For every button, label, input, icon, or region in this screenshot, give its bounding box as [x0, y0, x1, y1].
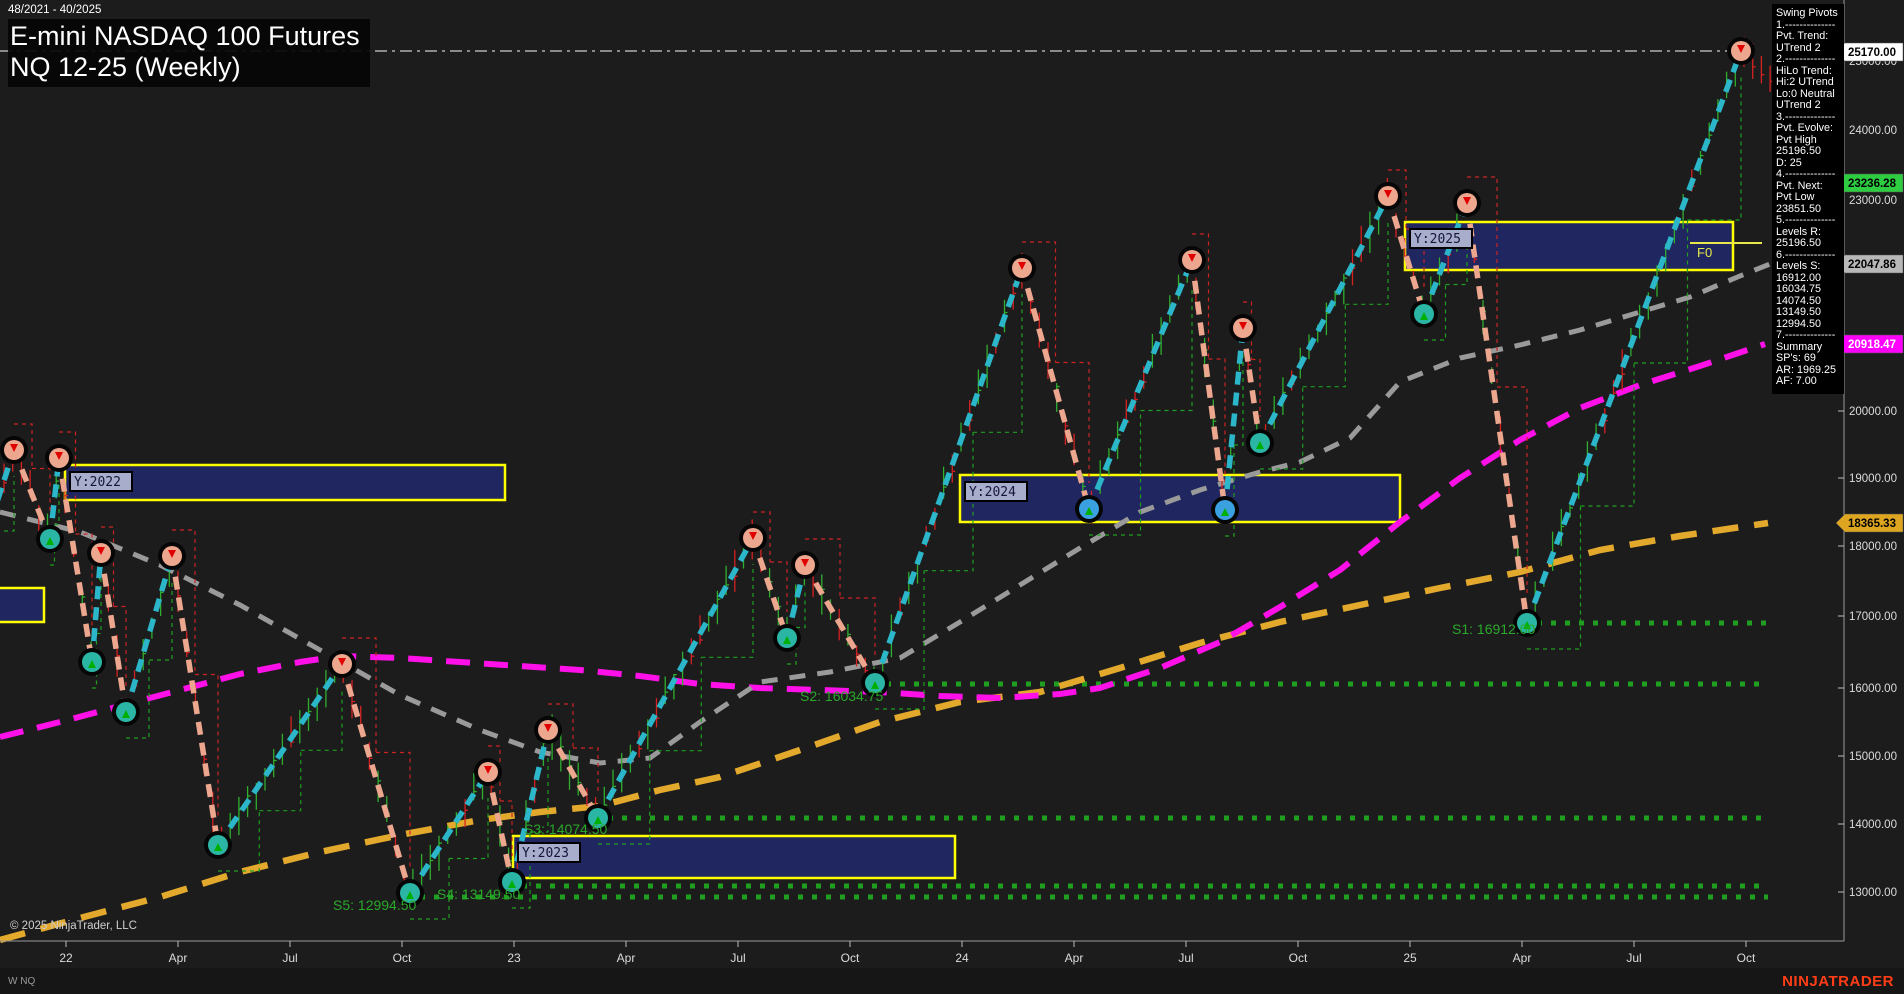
panel-line: 16034.75: [1776, 283, 1822, 295]
price-axis-label[interactable]: 24000.00: [1849, 125, 1897, 137]
price-axis-label[interactable]: 18000.00: [1849, 541, 1897, 553]
copyright-label: © 2025 NinjaTrader, LLC: [10, 920, 137, 932]
swing-leg-up: [0, 449, 17, 502]
swing-leg-up: [1257, 194, 1391, 445]
swing-leg-up: [89, 552, 104, 663]
contract-series: NQ 12-25 (Weekly): [10, 52, 241, 82]
panel-line: AF: 7.00: [1776, 375, 1817, 387]
tab-w-nq[interactable]: W NQ: [0, 976, 35, 987]
time-axis-label[interactable]: 23: [507, 951, 521, 965]
support-level-label: S3: 14074.50: [524, 821, 608, 837]
panel-line: 7.--------------: [1776, 329, 1836, 341]
price-axis-label[interactable]: 14000.00: [1849, 819, 1897, 831]
price-axis-label[interactable]: 16000.00: [1849, 683, 1897, 695]
trail-steps: [1260, 222, 1389, 470]
price-axis-label[interactable]: 19000.00: [1849, 473, 1897, 485]
price-marker-value: 18365.33: [1848, 518, 1896, 530]
time-axis-label[interactable]: Oct: [393, 951, 412, 965]
panel-line: 4.--------------: [1776, 168, 1836, 180]
support-level-label: S2: 16034.75: [800, 688, 884, 704]
tab-strip: W NQ NINJATRADER: [0, 968, 1904, 994]
panel-line: 2.--------------: [1776, 53, 1836, 65]
swing-leg-down: [1019, 267, 1092, 510]
support-level-label: S5: 12994.50: [333, 897, 417, 913]
time-axis-label[interactable]: Apr: [1513, 951, 1532, 965]
panel-line: Swing Pivots: [1776, 7, 1838, 19]
swing-leg-down: [802, 563, 878, 685]
price-axis-label[interactable]: 20000.00: [1849, 406, 1897, 418]
year-label: Y:2024: [969, 485, 1016, 500]
instrument-title: E-mini NASDAQ 100 Futures NQ 12-25 (Week…: [8, 19, 370, 87]
time-axis-label[interactable]: Jul: [282, 951, 297, 965]
support-level-label: S4: 13149.50: [437, 886, 521, 902]
panel-line: 5.--------------: [1776, 214, 1836, 226]
price-axis-label[interactable]: 23000.00: [1849, 195, 1897, 207]
time-axis-label[interactable]: Apr: [617, 951, 636, 965]
panel-line: Pvt Low: [1776, 191, 1815, 203]
time-axis-label[interactable]: 24: [955, 951, 969, 965]
panel-line: 25196.50: [1776, 237, 1822, 249]
trail-steps: [172, 529, 219, 819]
time-axis-label[interactable]: Jul: [730, 951, 745, 965]
panel-line: UTrend 2: [1776, 99, 1821, 111]
time-axis-label[interactable]: Jul: [1178, 951, 1193, 965]
price-axis-label[interactable]: 13000.00: [1849, 887, 1897, 899]
price-marker-value: 23236.28: [1848, 178, 1897, 190]
year-label: Y:2025: [1414, 232, 1461, 247]
time-axis-label[interactable]: 22: [59, 951, 73, 965]
panel-line: Pvt. Evolve:: [1776, 122, 1834, 134]
year-range-box: [0, 586, 46, 624]
f0-label: F0: [1697, 245, 1712, 260]
time-axis-label[interactable]: Oct: [1289, 951, 1308, 965]
instrument-name: E-mini NASDAQ 100 Futures: [10, 21, 360, 51]
trail-steps: [1022, 241, 1090, 483]
time-axis-label[interactable]: Apr: [169, 951, 188, 965]
panel-line: 13149.50: [1776, 306, 1822, 318]
ninjatrader-logo: NINJATRADER: [1782, 972, 1894, 990]
price-axis-label[interactable]: 15000.00: [1849, 751, 1897, 763]
swing-leg-down: [98, 552, 129, 713]
price-axis-label[interactable]: 17000.00: [1849, 611, 1897, 623]
ninjatrader-chart-window: S1: 16912.00 S2: 16034.75 S3: 14074.50 S4: …: [0, 0, 1904, 994]
price-chart[interactable]: S1: 16912.00 S2: 16034.75 S3: 14074.50 S4: …: [0, 0, 1904, 994]
year-label: Y:2023: [522, 846, 569, 861]
support-level-label: S1: 16912.00: [1452, 621, 1536, 637]
swing-pivots-panel: Swing Pivots 1.-------------- Pvt. Trend: U…: [1772, 4, 1844, 394]
swing-leg-up: [215, 662, 345, 847]
time-axis-label[interactable]: Jul: [1626, 951, 1641, 965]
panel-line: SP's: 69: [1776, 352, 1816, 364]
price-marker-value: 22047.86: [1848, 259, 1896, 271]
time-axis-label[interactable]: 25: [1403, 951, 1417, 965]
panel-line: Levels S:: [1776, 260, 1821, 272]
trail-steps: [218, 690, 343, 872]
time-axis-label[interactable]: Apr: [1065, 951, 1084, 965]
panel-line: 25196.50: [1776, 145, 1822, 157]
price-marker-value: 20918.47: [1848, 339, 1896, 351]
time-axis-label[interactable]: Oct: [1737, 951, 1756, 965]
panel-line: Pvt. Trend:: [1776, 30, 1829, 42]
panel-line: Hi:2 UTrend: [1776, 76, 1834, 88]
date-range-label: 48/2021 - 40/2025: [8, 4, 102, 16]
time-axis-label[interactable]: Oct: [841, 951, 860, 965]
year-label: Y:2022: [74, 475, 121, 490]
price-marker-value: 25170.00: [1848, 47, 1896, 59]
